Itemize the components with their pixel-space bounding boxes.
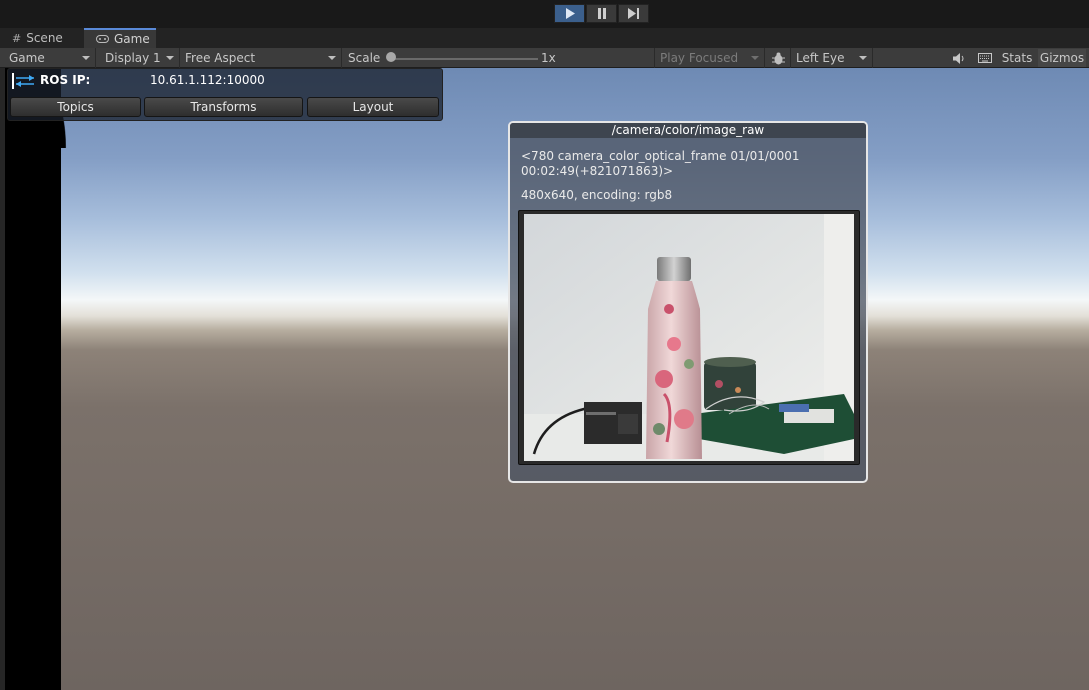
speaker-icon bbox=[952, 52, 963, 64]
chevron-down-icon bbox=[751, 56, 759, 60]
chevron-down-icon bbox=[328, 56, 336, 60]
scale-label: Scale bbox=[348, 51, 381, 65]
play-button[interactable] bbox=[554, 4, 585, 23]
mute-audio-button[interactable] bbox=[948, 49, 970, 67]
window-left-edge bbox=[0, 68, 5, 690]
eye-dropdown[interactable]: Left Eye bbox=[791, 48, 873, 68]
tab-scene[interactable]: # Scene bbox=[0, 28, 84, 48]
scale-value: 1x bbox=[541, 51, 556, 65]
display-dropdown[interactable]: Display 1 bbox=[100, 48, 180, 68]
layout-button[interactable]: Layout bbox=[307, 97, 439, 117]
game-toolbar: Game Display 1 Free Aspect Scale 1x Play… bbox=[0, 48, 1089, 68]
scale-slider-track[interactable] bbox=[388, 58, 538, 60]
aspect-dropdown[interactable]: Free Aspect bbox=[180, 48, 342, 68]
play-icon bbox=[565, 8, 575, 19]
game-view-dropdown-label: Game bbox=[9, 51, 45, 65]
image-frame bbox=[518, 210, 860, 465]
pause-icon bbox=[597, 8, 606, 19]
ros-connection-icon bbox=[12, 73, 34, 89]
debug-button[interactable] bbox=[767, 48, 791, 68]
chevron-down-icon bbox=[859, 56, 867, 60]
stats-button[interactable]: Stats bbox=[998, 49, 1036, 67]
grid-icon: # bbox=[12, 31, 22, 45]
image-header-text: <780 camera_color_optical_frame 01/01/00… bbox=[521, 149, 800, 178]
tab-game[interactable]: Game bbox=[84, 28, 156, 48]
viewport-black-occluder bbox=[0, 68, 61, 690]
pause-button[interactable] bbox=[586, 4, 617, 23]
bug-icon bbox=[772, 52, 785, 64]
chevron-down-icon bbox=[166, 56, 174, 60]
ros-ip-value: 10.61.1.112:10000 bbox=[150, 73, 265, 87]
image-window-title[interactable]: /camera/color/image_raw bbox=[510, 123, 866, 138]
step-icon bbox=[627, 8, 639, 19]
camera-image bbox=[524, 214, 854, 461]
display-dropdown-label: Display 1 bbox=[105, 51, 161, 65]
game-view-dropdown[interactable]: Game bbox=[4, 48, 96, 68]
gamepad-icon bbox=[96, 33, 109, 46]
eye-dropdown-label: Left Eye bbox=[796, 51, 845, 65]
transforms-button[interactable]: Transforms bbox=[144, 97, 303, 117]
play-controls-bar bbox=[0, 0, 1089, 28]
scale-slider-handle[interactable] bbox=[386, 52, 396, 62]
tab-scene-label: Scene bbox=[26, 31, 63, 45]
keyboard-icon bbox=[978, 53, 992, 63]
aspect-dropdown-label: Free Aspect bbox=[185, 51, 256, 65]
tab-bar: # Scene Game bbox=[0, 28, 1089, 48]
step-button[interactable] bbox=[618, 4, 649, 23]
play-focused-label: Play Focused bbox=[660, 51, 739, 65]
chevron-down-icon bbox=[82, 56, 90, 60]
play-focused-dropdown[interactable]: Play Focused bbox=[655, 48, 765, 68]
tab-game-label: Game bbox=[114, 32, 150, 46]
image-topic-window[interactable]: /camera/color/image_raw <780 camera_colo… bbox=[508, 121, 868, 483]
ros-connection-hud: ROS IP: 10.61.1.112:10000 Topics Transfo… bbox=[7, 68, 443, 121]
gizmos-button[interactable]: Gizmos bbox=[1038, 49, 1086, 67]
keyboard-button[interactable] bbox=[974, 49, 996, 67]
ros-ip-label: ROS IP: bbox=[40, 73, 91, 87]
topics-button[interactable]: Topics bbox=[10, 97, 141, 117]
image-encoding-text: 480x640, encoding: rgb8 bbox=[521, 188, 673, 202]
